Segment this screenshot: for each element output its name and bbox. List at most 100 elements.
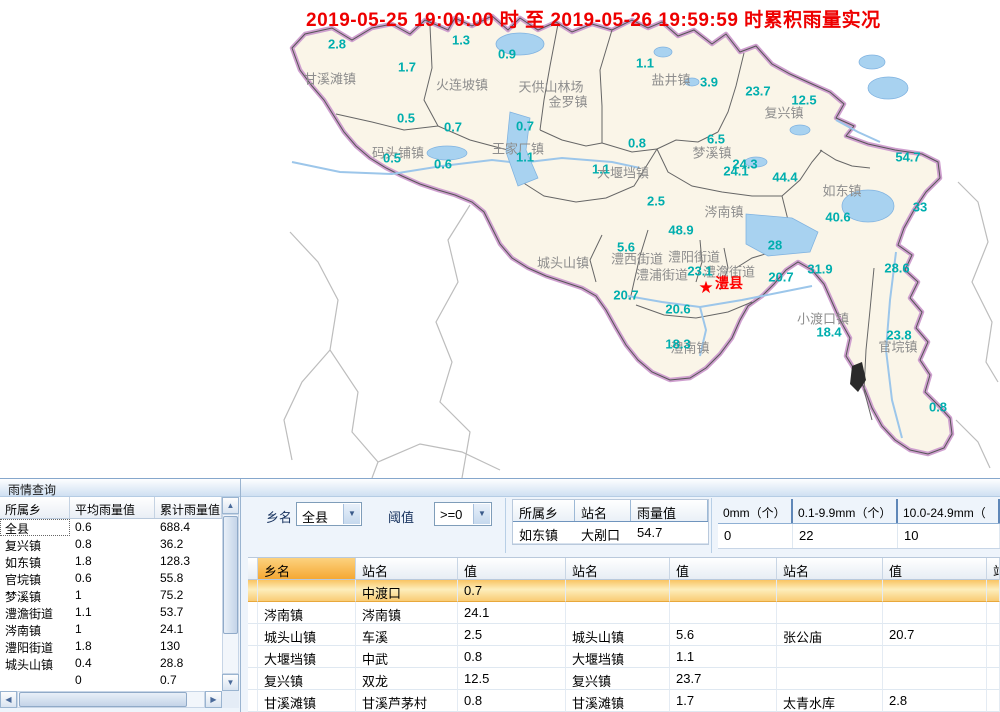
row-selector[interactable]	[248, 602, 258, 624]
max-station-header: 所属乡站名雨量值	[513, 500, 708, 522]
column-header[interactable]: 雨量值	[631, 500, 708, 521]
column-header[interactable]: 值	[670, 558, 777, 580]
cell	[883, 580, 987, 602]
row-selector[interactable]	[248, 690, 258, 712]
column-header[interactable]: 乡名	[258, 558, 356, 580]
township-filter-label: 乡名	[266, 507, 292, 526]
scroll-up-button[interactable]: ▲	[222, 497, 239, 514]
column-header[interactable]: 站名	[566, 558, 670, 580]
column-header[interactable]: 站名	[777, 558, 883, 580]
map-rain-value: 0.5	[397, 111, 415, 126]
table-row[interactable]: 涔南镇涔南镇24.1	[248, 602, 1000, 624]
cell: 城头山镇	[0, 655, 70, 672]
column-header[interactable]: 平均雨量值	[70, 497, 155, 518]
cell: 0.6	[70, 519, 155, 536]
cell: 中武	[356, 646, 458, 668]
table-row[interactable]: 澧阳街道1.8130	[0, 638, 222, 655]
section-divider	[711, 498, 712, 553]
cell: 1.8	[70, 638, 155, 655]
column-header[interactable]: 值	[458, 558, 566, 580]
cell: 澧澹街道	[0, 604, 70, 621]
map-rain-value: 2.8	[328, 37, 346, 52]
row-selector[interactable]	[248, 580, 258, 602]
column-header[interactable]: 0mm（个）	[718, 499, 793, 523]
cell	[777, 602, 883, 624]
cell	[883, 602, 987, 624]
scroll-down-button[interactable]: ▼	[222, 674, 239, 691]
cell	[987, 580, 1000, 602]
column-header[interactable]: 累计雨量值	[155, 497, 222, 518]
cell: 甘溪滩镇	[566, 690, 670, 712]
cell	[670, 580, 777, 602]
column-header[interactable]: 所属乡	[513, 500, 575, 521]
table-row[interactable]: 如东镇大剐口54.7	[513, 522, 708, 544]
horizontal-scroll-thumb[interactable]	[19, 692, 187, 707]
map-rain-value: 48.9	[668, 223, 693, 238]
station-values-table: 乡名站名值站名值站名值站 中渡口0.7涔南镇涔南镇24.1城头山镇车溪2.5城头…	[248, 557, 1000, 712]
table-row[interactable]: 甘溪滩镇甘溪芦茅村0.8甘溪滩镇1.7太青水库2.8	[248, 690, 1000, 712]
cell: 22	[793, 524, 898, 548]
cell: 10	[898, 524, 1000, 548]
chevron-down-icon[interactable]: ▼	[343, 504, 360, 524]
table-row[interactable]: 复兴镇双龙12.5复兴镇23.7	[248, 668, 1000, 690]
cell: 0	[718, 524, 793, 548]
cell: 0.7	[155, 672, 222, 689]
cell: 大剐口	[575, 522, 631, 543]
table-row[interactable]: 全县0.6688.4	[0, 519, 222, 536]
map-label-layer: 甘溪滩镇火连坡镇天供山林场金罗镇盐井镇复兴镇码头铺镇王家厂镇大堰垱镇梦溪镇如东镇…	[0, 0, 1000, 478]
map-title: 2019-05-25 19:00:00 时 至 2019-05-26 19:59…	[306, 5, 881, 32]
cell: 1	[70, 587, 155, 604]
cell: 128.3	[155, 553, 222, 570]
cell: 梦溪镇	[0, 587, 70, 604]
cell: 688.4	[155, 519, 222, 536]
cell: 5.6	[670, 624, 777, 646]
cell: 12.5	[458, 668, 566, 690]
column-header[interactable]: 站名	[575, 500, 631, 521]
row-selector[interactable]	[248, 646, 258, 668]
map-rain-value: 0.5	[383, 151, 401, 166]
table-row[interactable]: 中渡口0.7	[248, 580, 1000, 602]
cell	[987, 624, 1000, 646]
township-combobox-value: 全县	[302, 507, 328, 526]
scroll-left-button[interactable]: ◀	[0, 691, 17, 708]
table-row[interactable]: 如东镇1.8128.3	[0, 553, 222, 570]
table-row[interactable]: 复兴镇0.836.2	[0, 536, 222, 553]
cell	[0, 672, 70, 689]
cell: 53.7	[155, 604, 222, 621]
table-row[interactable]: 澧澹街道1.153.7	[0, 604, 222, 621]
column-header[interactable]: 站	[987, 558, 1000, 580]
table-row[interactable]: 城头山镇车溪2.5城头山镇5.6张公庙20.7	[248, 624, 1000, 646]
row-selector[interactable]	[248, 668, 258, 690]
township-combobox[interactable]: 全县 ▼	[296, 502, 362, 526]
cell: 复兴镇	[0, 536, 70, 553]
vertical-scroll-thumb[interactable]	[223, 516, 238, 634]
column-header[interactable]: 0.1-9.9mm（个）	[793, 499, 898, 523]
scroll-right-button[interactable]: ▶	[205, 691, 222, 708]
cell	[258, 580, 356, 602]
chevron-down-icon[interactable]: ▼	[473, 504, 490, 524]
cell: 复兴镇	[258, 668, 356, 690]
cell	[777, 646, 883, 668]
column-header[interactable]: 10.0-24.9mm（	[898, 499, 1000, 523]
cell: 大堰垱镇	[258, 646, 356, 668]
table-row[interactable]: 涔南镇124.1	[0, 621, 222, 638]
column-header[interactable]: 站名	[356, 558, 458, 580]
township-summary-header: 所属乡平均雨量值累计雨量值	[0, 497, 222, 519]
map-rain-value: 0.7	[516, 119, 534, 134]
table-row[interactable]: 梦溪镇175.2	[0, 587, 222, 604]
row-selector[interactable]	[248, 624, 258, 646]
rainfall-map: 甘溪滩镇火连坡镇天供山林场金罗镇盐井镇复兴镇码头铺镇王家厂镇大堰垱镇梦溪镇如东镇…	[0, 0, 1000, 478]
max-station-table: 所属乡站名雨量值 如东镇大剐口54.7	[512, 499, 709, 545]
table-row[interactable]: 大堰垱镇中武0.8大堰垱镇1.1	[248, 646, 1000, 668]
table-row[interactable]: 官垸镇0.655.8	[0, 570, 222, 587]
threshold-combobox[interactable]: >=0 ▼	[434, 502, 492, 526]
table-row[interactable]: 00.7	[0, 672, 222, 689]
table-row[interactable]: 城头山镇0.428.8	[0, 655, 222, 672]
column-header[interactable]: 值	[883, 558, 987, 580]
column-header[interactable]: 所属乡	[0, 497, 70, 518]
rain-level-stats-header: 0mm（个）0.1-9.9mm（个）10.0-24.9mm（	[718, 499, 1000, 524]
map-rain-value: 0.8	[929, 400, 947, 415]
cell: 0.7	[458, 580, 566, 602]
cell: 如东镇	[513, 522, 575, 543]
cell: 城头山镇	[258, 624, 356, 646]
